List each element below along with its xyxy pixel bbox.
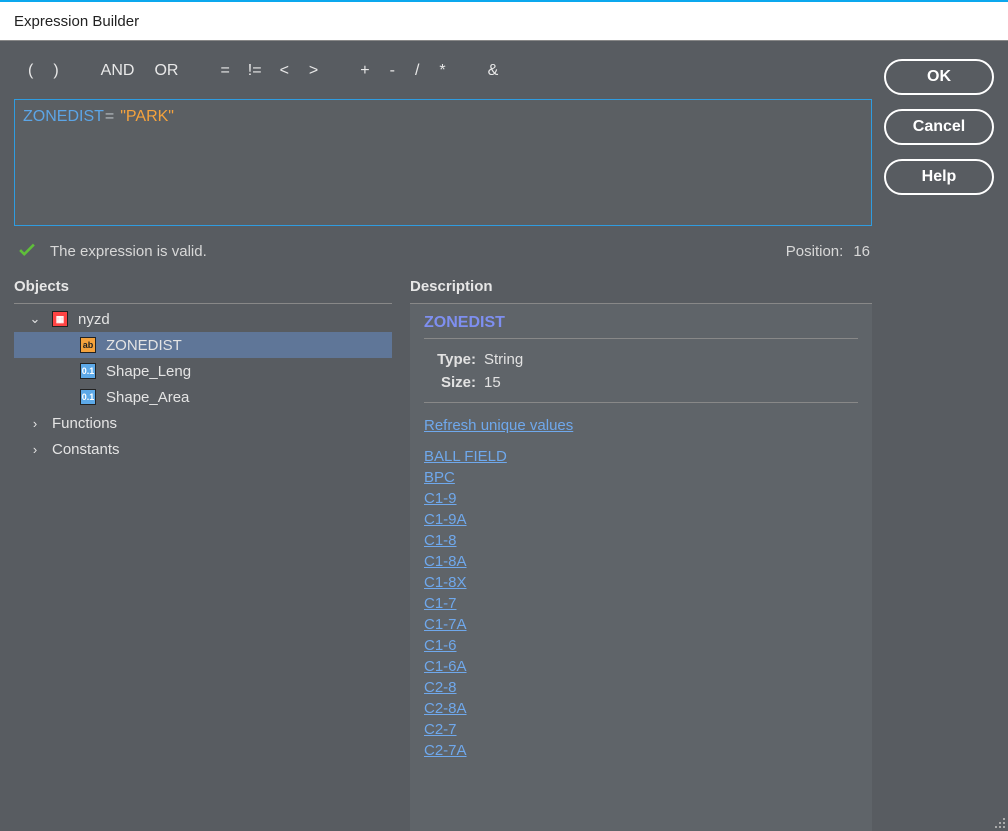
objects-tree: ⌄ ▦ nyzd ab ZONEDIST 0.1 Shape_Leng 0.1 xyxy=(14,303,392,831)
value-link[interactable]: C1-8 xyxy=(424,530,457,551)
op-amp[interactable]: & xyxy=(478,62,509,80)
ok-button[interactable]: OK xyxy=(884,59,994,95)
chevron-right-icon[interactable]: › xyxy=(26,416,44,431)
chevron-right-icon[interactable]: › xyxy=(26,442,44,457)
value-link[interactable]: C1-6A xyxy=(424,656,467,677)
op-eq[interactable]: = xyxy=(210,62,239,80)
value-link[interactable]: C1-7 xyxy=(424,593,457,614)
op-mul[interactable]: * xyxy=(429,62,455,80)
value-link[interactable]: C1-7A xyxy=(424,614,467,635)
op-minus[interactable]: - xyxy=(380,62,405,80)
tree-label: ZONEDIST xyxy=(106,337,182,354)
value-link[interactable]: BALL FIELD xyxy=(424,446,507,467)
value-link[interactable]: C1-6 xyxy=(424,635,457,656)
op-div[interactable]: / xyxy=(405,62,429,80)
desc-title: ZONEDIST xyxy=(424,314,858,339)
tree-label: nyzd xyxy=(78,311,110,328)
value-link[interactable]: C2-8 xyxy=(424,677,457,698)
expression-input[interactable]: ZONEDIST= "PARK" xyxy=(14,99,872,226)
status-text: The expression is valid. xyxy=(50,243,207,260)
type-value: String xyxy=(484,349,523,372)
tree-label: Constants xyxy=(52,441,120,458)
description-panel: ZONEDIST Type: String Size: 15 Refresh uni… xyxy=(410,303,872,831)
type-label: Type: xyxy=(424,349,476,372)
unique-values-list: BALL FIELD BPC C1-9 C1-9A C1-8 C1-8A C1-… xyxy=(424,446,858,761)
size-value: 15 xyxy=(484,372,501,395)
text-field-icon: ab xyxy=(80,337,96,353)
description-header: Description xyxy=(410,278,872,303)
size-label: Size: xyxy=(424,372,476,395)
tree-label: Shape_Leng xyxy=(106,363,191,380)
check-icon xyxy=(16,240,38,262)
tree-item-functions[interactable]: › Functions xyxy=(14,410,392,436)
expr-op: = xyxy=(105,108,114,125)
resize-grip-icon[interactable] xyxy=(993,816,1005,828)
value-link[interactable]: C2-8A xyxy=(424,698,467,719)
op-rparen[interactable]: ) xyxy=(43,62,68,80)
op-gt[interactable]: > xyxy=(299,62,328,80)
tree-item-field-zonedist[interactable]: ab ZONEDIST xyxy=(14,332,392,358)
op-or[interactable]: OR xyxy=(144,62,188,80)
layer-icon: ▦ xyxy=(52,311,68,327)
position-label: Position: xyxy=(786,243,844,260)
op-and[interactable]: AND xyxy=(91,62,145,80)
value-link[interactable]: C1-8A xyxy=(424,551,467,572)
window-title: Expression Builder xyxy=(0,0,1008,41)
value-link[interactable]: C1-9A xyxy=(424,509,467,530)
op-neq[interactable]: != xyxy=(240,62,270,80)
objects-header: Objects xyxy=(14,278,392,303)
value-link[interactable]: C1-8X xyxy=(424,572,467,593)
help-button[interactable]: Help xyxy=(884,159,994,195)
tree-label: Shape_Area xyxy=(106,389,189,406)
tree-item-field-shapeleng[interactable]: 0.1 Shape_Leng xyxy=(14,358,392,384)
operator-toolbar: ( ) AND OR = != < > + - / * & xyxy=(14,53,872,99)
refresh-values-link[interactable]: Refresh unique values xyxy=(424,417,573,434)
tree-item-constants[interactable]: › Constants xyxy=(14,436,392,462)
op-lparen[interactable]: ( xyxy=(18,62,43,80)
value-link[interactable]: C1-9 xyxy=(424,488,457,509)
chevron-down-icon[interactable]: ⌄ xyxy=(26,311,44,327)
expr-field: ZONEDIST xyxy=(23,108,104,125)
op-plus[interactable]: + xyxy=(350,62,379,80)
status-bar: The expression is valid. Position: 16 xyxy=(14,226,872,278)
value-link[interactable]: BPC xyxy=(424,467,455,488)
value-link[interactable]: C2-7 xyxy=(424,719,457,740)
value-link[interactable]: C2-7A xyxy=(424,740,467,761)
numeric-field-icon: 0.1 xyxy=(80,389,96,405)
tree-item-field-shapearea[interactable]: 0.1 Shape_Area xyxy=(14,384,392,410)
numeric-field-icon: 0.1 xyxy=(80,363,96,379)
expr-value: "PARK" xyxy=(120,108,174,125)
position-value: 16 xyxy=(853,243,870,260)
op-lt[interactable]: < xyxy=(270,62,299,80)
cancel-button[interactable]: Cancel xyxy=(884,109,994,145)
tree-label: Functions xyxy=(52,415,117,432)
tree-item-layer[interactable]: ⌄ ▦ nyzd xyxy=(14,306,392,332)
